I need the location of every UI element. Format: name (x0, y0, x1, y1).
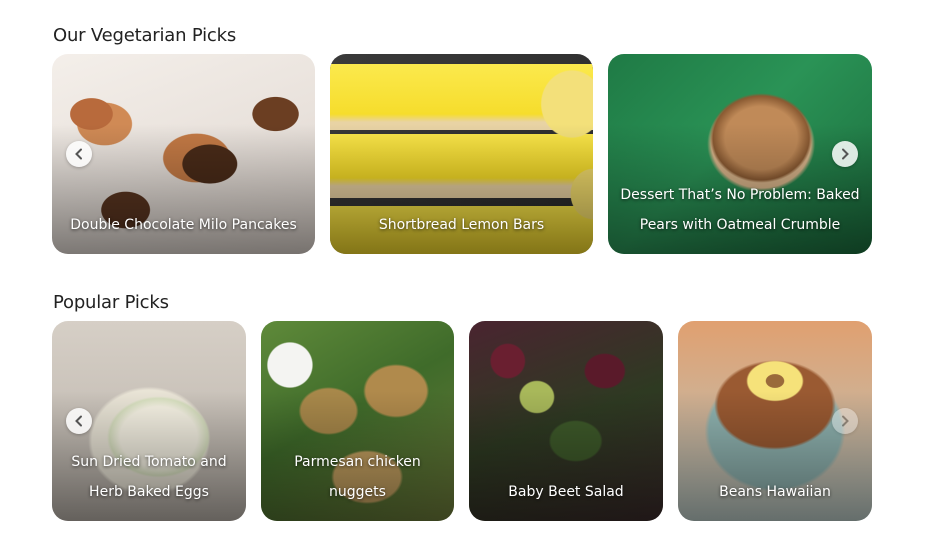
recipe-card[interactable]: Double Chocolate Milo Pancakes (52, 54, 315, 254)
carousel-next-button[interactable] (832, 408, 858, 434)
recipe-title: Dessert That’s No Problem: Baked Pears w… (620, 187, 860, 233)
recipe-title: Beans Hawaiian (719, 484, 831, 500)
recipe-title: Shortbread Lemon Bars (378, 217, 545, 233)
carousel-next-button[interactable] (832, 141, 858, 167)
recipe-card[interactable]: Baby Beet Salad (469, 321, 663, 521)
recipe-card[interactable]: Parmesan chicken nuggets (261, 321, 454, 521)
recipe-title: Sun Dried Tomato and Herb Baked Eggs (71, 454, 227, 500)
carousel-prev-button[interactable] (66, 408, 92, 434)
chevron-right-icon (842, 415, 849, 427)
chevron-left-icon (75, 415, 82, 427)
recipe-card[interactable]: Beans Hawaiian (678, 321, 872, 521)
recipe-card[interactable]: Sun Dried Tomato and Herb Baked Eggs (52, 321, 246, 521)
vegetarian-carousel: Double Chocolate Milo Pancakes Shortbrea… (52, 54, 872, 254)
recipe-title: Double Chocolate Milo Pancakes (70, 217, 297, 233)
recipe-card[interactable]: Dessert That’s No Problem: Baked Pears w… (608, 54, 872, 254)
chevron-left-icon (75, 148, 82, 160)
recipe-card[interactable]: Shortbread Lemon Bars (330, 54, 593, 254)
chevron-right-icon (842, 148, 849, 160)
carousel-prev-button[interactable] (66, 141, 92, 167)
recipe-title: Parmesan chicken nuggets (294, 454, 421, 500)
popular-carousel: Sun Dried Tomato and Herb Baked Eggs Par… (52, 321, 872, 521)
vegetarian-section-title: Our Vegetarian Picks (53, 25, 236, 46)
recipe-title: Baby Beet Salad (508, 484, 624, 500)
popular-section-title: Popular Picks (53, 292, 169, 313)
